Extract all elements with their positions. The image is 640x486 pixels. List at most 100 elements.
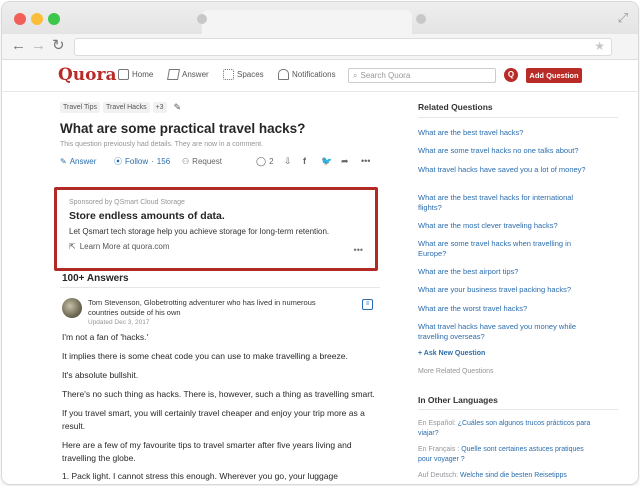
question-actions: ✎ Answer ⦿ Follow · 156 ⚇ Request ◯ 2 ⇩ … xyxy=(60,155,380,167)
comment-icon: ◯ xyxy=(256,155,267,166)
related-questions-heading: Related Questions xyxy=(418,102,493,112)
edit-topics-pencil-icon[interactable]: ✎ xyxy=(174,102,182,113)
answers-count: 100+ Answers xyxy=(62,273,129,284)
ad-sponsor-label: Sponsored by QSmart Cloud Storage xyxy=(69,199,185,206)
related-question-link[interactable]: What are the most clever traveling hacks… xyxy=(418,221,588,231)
divider xyxy=(418,409,618,410)
answer-paragraph: It's absolute bullshit. xyxy=(62,370,139,380)
ad-link-label: Learn More at quora.com xyxy=(79,242,170,251)
question-note: This question previously had details. Th… xyxy=(60,141,263,148)
language-question: Welche sind die besten Reisetipps xyxy=(460,472,567,479)
follow-count: 156 xyxy=(156,156,171,166)
related-question-link[interactable]: What are the worst travel hacks? xyxy=(418,304,588,314)
title-bar: ⤢ xyxy=(2,2,638,34)
related-question-link[interactable]: What travel hacks have saved you money w… xyxy=(418,322,588,342)
search-input[interactable]: ⌕ Search Quora xyxy=(348,68,496,83)
question-title: What are some practical travel hacks? xyxy=(60,121,306,136)
forward-arrow-icon[interactable]: → xyxy=(31,37,46,55)
browser-toolbar: ← → ↻ ★ xyxy=(2,34,638,60)
tab-left-indicator xyxy=(197,14,207,24)
request-button-label: Request xyxy=(192,156,222,166)
answer-button-label: Answer xyxy=(69,156,97,166)
external-link-icon: ⇱ xyxy=(69,242,76,251)
divider xyxy=(418,117,618,118)
follow-button[interactable]: ⦿ Follow · 156 xyxy=(114,156,170,167)
answer-paragraph: I'm not a fan of 'hacks.' xyxy=(62,332,149,342)
quora-header: Quora Home Answer Spaces Notifications ⌕… xyxy=(2,60,638,92)
more-related-questions-link[interactable]: More Related Questions xyxy=(418,368,493,375)
nav-home-label: Home xyxy=(132,70,154,79)
follow-rss-icon: ⦿ xyxy=(114,156,122,166)
language-label: Auf Deutsch: xyxy=(418,472,459,479)
answer-paragraph: If you travel smart, you will certainly … xyxy=(62,408,365,431)
answer-paragraph: Here are a few of my favourite tips to t… xyxy=(62,440,352,463)
ad-learn-more-link[interactable]: ⇱ Learn More at quora.com xyxy=(69,242,363,251)
search-icon: ⌕ xyxy=(353,71,358,80)
related-question-link[interactable]: What are some travel hacks when travelli… xyxy=(418,239,588,259)
language-link-es[interactable]: En Español: ¿Cuáles son algunos trucos p… xyxy=(418,419,596,439)
answer-share-icon[interactable]: ≡ xyxy=(362,299,373,310)
topic-tag[interactable]: Travel Tips xyxy=(60,102,100,113)
language-link-fr[interactable]: En Français : Quelle sont certaines astu… xyxy=(418,445,596,465)
nav-answer[interactable]: Answer xyxy=(167,69,209,80)
star-icon[interactable]: ★ xyxy=(594,39,605,53)
related-question-link[interactable]: What are the best travel hacks? xyxy=(418,128,588,138)
bell-icon xyxy=(278,69,289,80)
ad-more-options-icon[interactable]: ••• xyxy=(354,245,363,255)
minimize-window-button[interactable] xyxy=(31,13,43,25)
add-question-button[interactable]: Add Question xyxy=(526,68,582,83)
back-arrow-icon[interactable]: ← xyxy=(11,37,26,55)
related-question-link[interactable]: What are your business travel packing ha… xyxy=(418,285,588,295)
reload-icon[interactable]: ↻ xyxy=(52,37,65,55)
nav-home[interactable]: Home xyxy=(118,69,153,80)
divider xyxy=(60,287,380,288)
downvote-icon[interactable]: ⇩ xyxy=(284,156,292,167)
language-label: En Español: xyxy=(418,420,456,427)
ad-title: Store endless amounts of data. xyxy=(69,210,225,222)
request-button[interactable]: ⚇ Request xyxy=(182,157,222,166)
author-credential[interactable]: Tom Stevenson, Globetrotting adventurer … xyxy=(88,298,348,318)
other-languages-heading: In Other Languages xyxy=(418,395,498,405)
ad-description: Let Qsmart tech storage help you achieve… xyxy=(69,227,330,236)
home-icon xyxy=(118,69,129,80)
more-options-icon[interactable]: ••• xyxy=(361,156,370,166)
related-question-link[interactable]: What are the best travel hacks for inter… xyxy=(418,193,588,213)
quora-logo[interactable]: Quora xyxy=(58,65,116,85)
facebook-icon[interactable]: f xyxy=(303,156,306,166)
related-question-link[interactable]: What are the best airport tips? xyxy=(418,267,588,277)
user-avatar[interactable]: Q xyxy=(504,68,518,82)
topic-tag[interactable]: Travel Hacks xyxy=(102,102,150,113)
language-label: En Français : xyxy=(418,446,460,453)
request-person-icon: ⚇ xyxy=(182,156,190,166)
close-window-button[interactable] xyxy=(14,13,26,25)
tab-right-indicator xyxy=(416,14,426,24)
plus-icon: + xyxy=(418,350,423,357)
share-arrow-icon[interactable]: ➦ xyxy=(341,156,349,167)
right-sidebar: Related Questions What are the best trav… xyxy=(418,102,618,479)
more-topics-tag[interactable]: +3 xyxy=(152,102,167,113)
question-header: Travel Tips Travel Hacks +3 ✎ What are s… xyxy=(60,102,380,167)
address-bar[interactable]: ★ xyxy=(74,38,612,56)
browser-tab[interactable] xyxy=(202,10,412,34)
nav-spaces[interactable]: Spaces xyxy=(223,69,264,80)
related-question-link[interactable]: What travel hacks have saved you a lot o… xyxy=(418,165,588,175)
answer-paragraph: It implies there is some cheat code you … xyxy=(62,351,348,361)
browser-window: ⤢ ← → ↻ ★ Quora Home Answer Spaces Notif… xyxy=(2,2,638,484)
maximize-window-button[interactable] xyxy=(48,13,60,25)
comment-count: 2 xyxy=(269,156,274,166)
nav-notifications[interactable]: Notifications xyxy=(278,69,336,80)
answer-button[interactable]: ✎ Answer xyxy=(60,157,96,166)
sponsored-ad-card[interactable]: Sponsored by QSmart Cloud Storage Store … xyxy=(54,187,378,271)
answer-icon xyxy=(167,69,180,80)
fullscreen-icon[interactable]: ⤢ xyxy=(618,10,628,26)
answer-date[interactable]: Updated Dec 3, 2017 xyxy=(88,319,149,326)
nav-answer-label: Answer xyxy=(182,70,209,79)
ask-new-question-button[interactable]: + Ask New Question xyxy=(418,350,485,357)
topic-tags: Travel Tips Travel Hacks +3 ✎ xyxy=(60,102,380,113)
twitter-icon[interactable]: 🐦 xyxy=(321,156,332,167)
comments-button[interactable]: ◯ 2 xyxy=(256,156,274,167)
spaces-icon xyxy=(223,69,234,80)
language-link-de[interactable]: Auf Deutsch: Welche sind die besten Reis… xyxy=(418,471,608,481)
author-avatar[interactable] xyxy=(62,298,82,318)
related-question-link[interactable]: What are some travel hacks no one talks … xyxy=(418,146,588,156)
